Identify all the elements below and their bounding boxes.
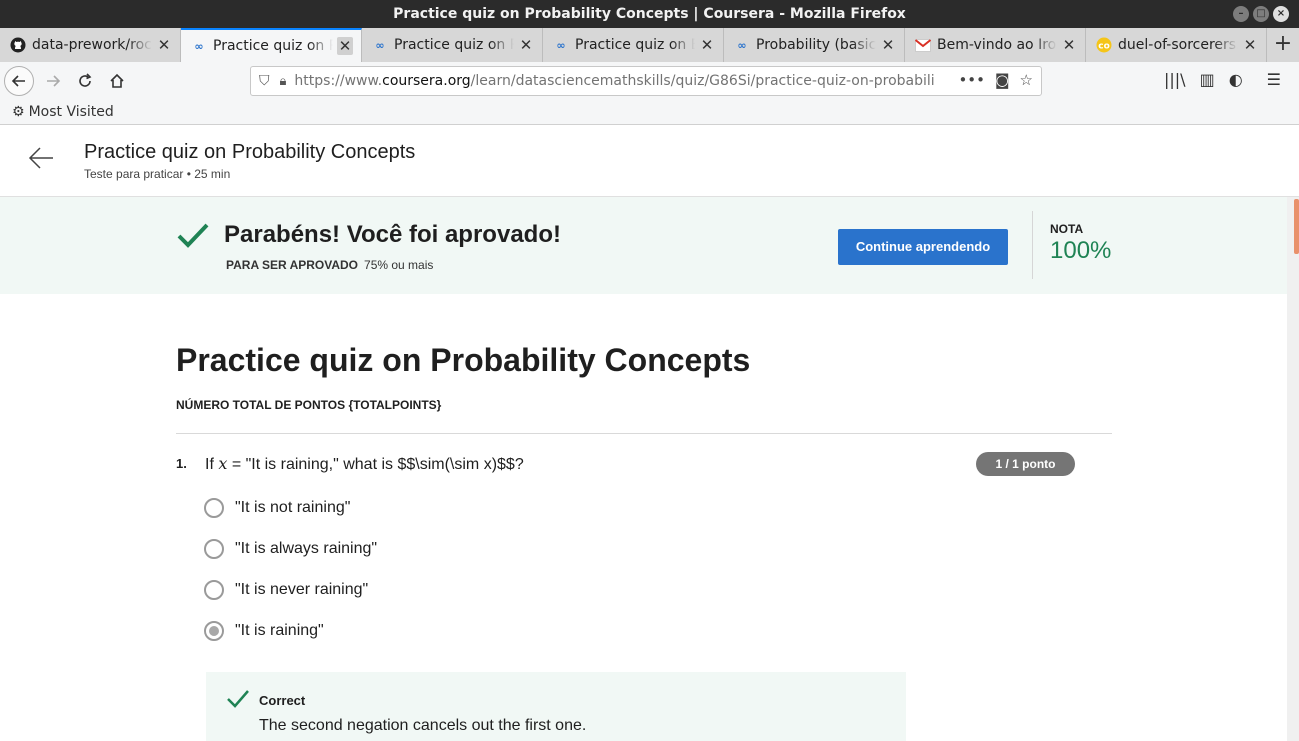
arrow-left-icon xyxy=(28,147,53,169)
option-label: "It is never raining" xyxy=(235,581,369,598)
question-score-badge: 1 / 1 ponto xyxy=(976,452,1075,476)
window-title-bar: Practice quiz on Probability Concepts | … xyxy=(0,0,1299,28)
most-visited-bookmark[interactable]: ⚙ Most Visited xyxy=(12,104,114,120)
codepen-icon: co xyxy=(1096,37,1112,53)
menu-icon[interactable]: ☰ xyxy=(1267,70,1281,89)
tab-label: Practice quiz on Ba xyxy=(575,37,695,53)
option-label: "It is always raining" xyxy=(235,540,378,557)
pass-requirement: PARA SER APROVADO 75% ou mais xyxy=(226,258,434,272)
tab-codepen[interactable]: co duel-of-sorcerers.i ✕ xyxy=(1086,28,1267,62)
shield-icon[interactable]: ⛉ xyxy=(259,73,270,89)
divider xyxy=(176,433,1112,434)
answer-option[interactable]: "It is never raining" xyxy=(204,578,368,602)
page-subtitle: Teste para praticar • 25 min xyxy=(84,167,231,181)
browser-back-button[interactable] xyxy=(4,66,34,96)
browser-forward-button[interactable] xyxy=(38,66,68,96)
new-tab-button[interactable]: + xyxy=(1267,28,1299,62)
maximize-button[interactable]: □ xyxy=(1253,6,1269,22)
passed-message: Parabéns! Você foi aprovado! xyxy=(224,221,561,248)
coursera-icon: ∞ xyxy=(375,38,385,52)
coursera-icon: ∞ xyxy=(194,39,204,53)
check-icon xyxy=(227,690,249,708)
radio-button-selected[interactable] xyxy=(204,621,224,641)
answer-option[interactable]: "It is always raining" xyxy=(204,537,377,561)
option-label: "It is not raining" xyxy=(235,499,351,516)
question-text: If x = "It is raining," what is $$\sim(\… xyxy=(205,454,524,473)
scrollbar-thumb[interactable] xyxy=(1294,199,1299,254)
tab-gmail[interactable]: Bem-vindo ao Iron ✕ xyxy=(905,28,1086,62)
tab-label: Practice quiz on Pr xyxy=(213,38,333,54)
total-points: NÚMERO TOTAL DE PONTOS {TOTALPOINTS} xyxy=(176,398,442,412)
page-title: Practice quiz on Probability Concepts xyxy=(84,141,416,163)
arrow-left-icon xyxy=(11,75,25,87)
minimize-button[interactable]: – xyxy=(1233,6,1249,22)
coursera-icon: ∞ xyxy=(556,38,566,52)
feedback-text: The second negation cancels out the firs… xyxy=(259,717,587,734)
bookmarks-toolbar: ⚙ Most Visited xyxy=(0,100,1299,125)
navigation-toolbar: ⛉ 🔒︎ https://www.coursera.org/learn/data… xyxy=(0,62,1299,100)
bookmark-star-icon[interactable]: ☆ xyxy=(1020,71,1033,89)
sidebar-icon[interactable]: ▥ xyxy=(1200,70,1215,89)
tab-label: Practice quiz on Pr xyxy=(394,37,514,53)
reload-button[interactable] xyxy=(70,66,100,96)
home-button[interactable] xyxy=(102,66,132,96)
close-tab-icon[interactable]: ✕ xyxy=(518,36,534,54)
tab-label: duel-of-sorcerers.i xyxy=(1118,37,1238,53)
option-label: "It is raining" xyxy=(235,622,324,639)
reload-icon xyxy=(79,73,92,87)
close-window-button[interactable]: × xyxy=(1273,6,1289,22)
close-tab-icon[interactable]: ✕ xyxy=(1061,36,1077,54)
close-tab-icon[interactable]: ✕ xyxy=(1242,36,1258,54)
close-tab-icon[interactable]: ✕ xyxy=(880,36,896,54)
page-actions-icon[interactable]: ••• xyxy=(958,71,985,89)
feedback-title: Correct xyxy=(259,693,306,708)
tab-probability[interactable]: ∞ Probability (basic c ✕ xyxy=(724,28,905,62)
tab-label: data-prework/rock xyxy=(32,37,152,53)
back-to-course-button[interactable] xyxy=(28,145,54,175)
account-icon[interactable]: ◐ xyxy=(1229,70,1243,89)
continue-learning-button[interactable]: Continue aprendendo xyxy=(838,229,1008,265)
answer-feedback: Correct The second negation cancels out … xyxy=(206,672,906,741)
tab-label: Probability (basic c xyxy=(756,37,876,53)
answer-option[interactable]: "It is not raining" xyxy=(204,496,350,520)
check-icon xyxy=(177,223,209,248)
url-text[interactable]: https://www.coursera.org/learn/datascien… xyxy=(294,73,934,89)
radio-button[interactable] xyxy=(204,539,224,559)
library-icon[interactable]: |||\ xyxy=(1164,70,1186,89)
tab-label: Bem-vindo ao Iron xyxy=(937,37,1057,53)
coursera-icon: ∞ xyxy=(737,38,747,52)
svg-text:co: co xyxy=(1098,42,1110,52)
tab-strip: data-prework/rock ✕ ∞ Practice quiz on P… xyxy=(0,28,1299,62)
tab-github[interactable]: data-prework/rock ✕ xyxy=(0,28,181,62)
radio-button[interactable] xyxy=(204,498,224,518)
home-icon xyxy=(110,73,124,88)
pocket-icon[interactable]: ◙ xyxy=(995,71,1010,89)
course-header: Practice quiz on Probability Concepts Te… xyxy=(0,125,1299,197)
tab-quiz-3[interactable]: ∞ Practice quiz on Ba ✕ xyxy=(543,28,724,62)
grade-label: NOTA xyxy=(1050,222,1084,236)
close-tab-icon[interactable]: ✕ xyxy=(337,37,353,55)
quiz-title: Practice quiz on Probability Concepts xyxy=(176,342,751,378)
radio-button[interactable] xyxy=(204,580,224,600)
window-title: Practice quiz on Probability Concepts | … xyxy=(393,6,906,22)
tab-active-quiz[interactable]: ∞ Practice quiz on Pr ✕ xyxy=(181,28,362,62)
gear-icon: ⚙ xyxy=(12,104,25,120)
close-tab-icon[interactable]: ✕ xyxy=(156,36,172,54)
answer-option-selected[interactable]: "It is raining" xyxy=(204,619,324,643)
grade-value: 100% xyxy=(1050,237,1112,264)
close-tab-icon[interactable]: ✕ xyxy=(699,36,715,54)
lock-icon[interactable]: 🔒︎ xyxy=(280,74,287,89)
divider xyxy=(1032,211,1033,279)
github-icon xyxy=(10,37,26,53)
tab-quiz-2[interactable]: ∞ Practice quiz on Pr ✕ xyxy=(362,28,543,62)
passed-banner: Parabéns! Você foi aprovado! PARA SER AP… xyxy=(0,197,1287,294)
arrow-right-icon xyxy=(47,75,61,87)
gmail-icon xyxy=(915,37,931,53)
page-scrollbar[interactable] xyxy=(1287,197,1299,741)
question-number: 1. xyxy=(176,456,187,471)
url-bar[interactable]: ⛉ 🔒︎ https://www.coursera.org/learn/data… xyxy=(250,66,1042,96)
